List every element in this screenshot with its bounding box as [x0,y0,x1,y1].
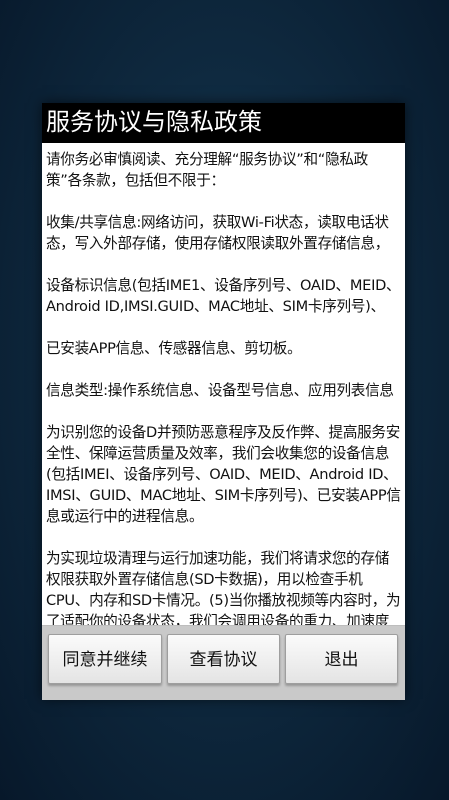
paragraph-anti-fraud: 为识别您的设备D并预防恶意程序及反作弊、提高服务安全性、保障运营质量及效率，我们… [46,424,401,525]
paragraph-info-types: 信息类型:操作系统信息、设备型号信息、应用列表信息 [46,382,394,399]
agree-continue-button[interactable]: 同意并继续 [48,634,162,684]
exit-button[interactable]: 退出 [285,634,398,684]
button-bar: 同意并继续 查看协议 退出 [42,625,405,700]
dialog-title: 服务协议与隐私政策 [42,103,405,143]
dialog-content[interactable]: 请你务必审慎阅读、充分理解“服务协议”和“隐私政策”各条款，包括但不限于： 收集… [46,149,402,667]
privacy-dialog: 服务协议与隐私政策 请你务必审慎阅读、充分理解“服务协议”和“隐私政策”各条款，… [42,103,405,700]
paragraph-device-id: 设备标识信息(包括IME1、设备序列号、OAID、MEID、 Android I… [46,277,401,315]
paragraph-installed-apps: 已安装APP信息、传感器信息、剪切板。 [46,340,302,357]
view-agreement-button[interactable]: 查看协议 [167,634,280,684]
paragraph-intro: 请你务必审慎阅读、充分理解“服务协议”和“隐私政策”各条款，包括但不限于： [46,151,368,189]
paragraph-collect: 收集/共享信息:网络访问，获取Wi-Fi状态，读取电话状态，写入外部存储，使用存… [46,214,390,252]
